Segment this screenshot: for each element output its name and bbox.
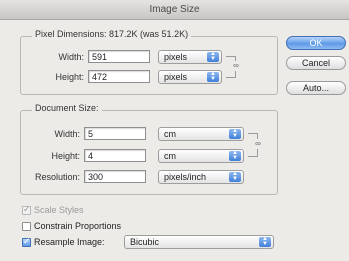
link-chain-icon: ∞ xyxy=(232,61,240,71)
pixel-height-input[interactable]: 472 xyxy=(88,70,150,83)
document-width-unit-select[interactable]: cm ▲ ▼ xyxy=(158,127,244,141)
document-size-legend: Document Size: xyxy=(32,103,102,113)
window-title-bar: Image Size xyxy=(0,0,349,20)
document-height-unit-select[interactable]: cm ▲ ▼ xyxy=(158,149,244,163)
scale-styles-checkbox[interactable]: ✓ xyxy=(22,204,31,215)
pixel-height-unit-select[interactable]: pixels ▲ ▼ xyxy=(158,70,222,84)
document-height-label: Height: xyxy=(51,151,80,161)
scale-styles-label: Scale Styles xyxy=(34,205,84,215)
pixel-dimensions-legend: Pixel Dimensions: 817.2K (was 51.2K) xyxy=(32,29,192,39)
checkmark-icon: ✓ xyxy=(23,236,31,246)
chevron-updown-icon: ▲ ▼ xyxy=(207,51,219,62)
ok-button[interactable]: OK xyxy=(286,36,346,50)
chevron-updown-icon: ▲ ▼ xyxy=(229,171,241,182)
pixel-width-unit-value: pixels xyxy=(164,52,188,62)
document-height-unit-value: cm xyxy=(164,151,176,161)
resolution-label: Resolution: xyxy=(34,172,80,182)
document-width-input[interactable]: 5 xyxy=(84,127,146,140)
auto-button[interactable]: Auto... xyxy=(286,81,346,95)
document-width-label: Width: xyxy=(54,129,80,139)
resample-image-label: Resample Image: xyxy=(34,237,105,247)
chevron-updown-icon: ▲ ▼ xyxy=(229,150,241,161)
chevron-updown-icon: ▲ ▼ xyxy=(259,236,271,247)
pixel-width-unit-select[interactable]: pixels ▲ ▼ xyxy=(158,50,222,64)
pixel-height-unit-value: pixels xyxy=(164,72,188,82)
pixel-width-label: Width: xyxy=(58,52,84,62)
pixel-width-input[interactable]: 591 xyxy=(88,50,150,63)
resample-method-select[interactable]: Bicubic ▲ ▼ xyxy=(124,235,274,249)
checkmark-icon: ✓ xyxy=(23,204,31,214)
resolution-unit-value: pixels/inch xyxy=(164,172,207,182)
chevron-updown-icon: ▲ ▼ xyxy=(207,71,219,82)
chevron-updown-icon: ▲ ▼ xyxy=(229,128,241,139)
resolution-input[interactable]: 300 xyxy=(84,170,146,183)
cancel-button[interactable]: Cancel xyxy=(286,56,346,70)
resolution-unit-select[interactable]: pixels/inch ▲ ▼ xyxy=(158,170,244,184)
constrain-proportions-checkbox[interactable] xyxy=(22,222,31,231)
document-width-unit-value: cm xyxy=(164,129,176,139)
document-height-input[interactable]: 4 xyxy=(84,149,146,162)
link-chain-icon: ∞ xyxy=(254,139,262,149)
pixel-height-label: Height: xyxy=(55,72,84,82)
constrain-proportions-label: Constrain Proportions xyxy=(34,221,122,231)
window-title: Image Size xyxy=(149,4,200,15)
resample-image-checkbox[interactable]: ✓ xyxy=(22,236,31,247)
resample-method-value: Bicubic xyxy=(130,237,160,247)
